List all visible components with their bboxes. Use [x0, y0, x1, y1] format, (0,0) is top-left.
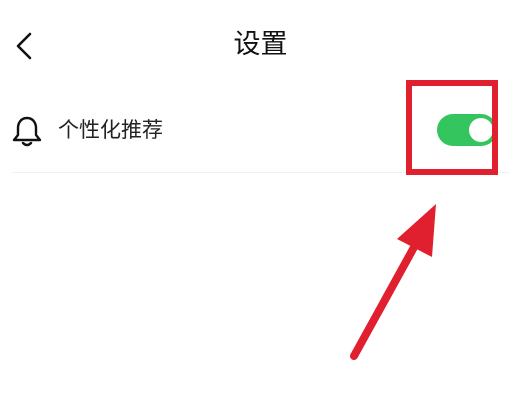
header-bar: 设置 [0, 0, 521, 92]
setting-label: 个性化推荐 [58, 118, 163, 142]
bell-icon [10, 114, 44, 148]
annotation-highlight-box [406, 80, 498, 175]
page-title: 设置 [233, 29, 288, 60]
